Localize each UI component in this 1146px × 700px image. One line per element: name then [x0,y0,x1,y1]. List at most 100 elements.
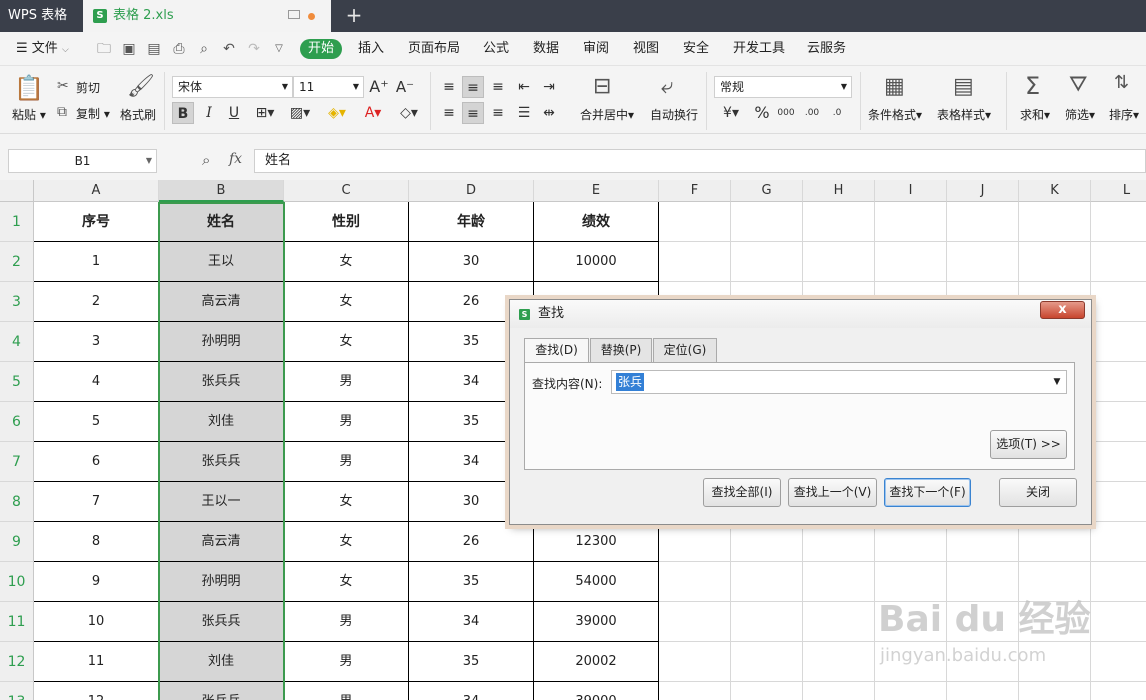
cell-e10[interactable]: 54000 [534,562,659,602]
percent-icon[interactable]: % [751,102,773,124]
font-size-select[interactable]: 11 ▼ [293,76,364,98]
column-header-i[interactable]: I [875,180,947,202]
cell-k1[interactable] [1019,202,1091,242]
cell-style-icon[interactable]: ▨▾ [285,102,315,124]
cell-b7[interactable]: 张兵兵 [159,442,284,482]
column-header-k[interactable]: K [1019,180,1091,202]
menu-data[interactable]: 数据 [533,32,559,66]
row-header-2[interactable]: 2 [0,242,34,282]
cell-b4[interactable]: 孙明明 [159,322,284,362]
increase-decimal-icon[interactable]: .00 [801,102,823,124]
cell-a3[interactable]: 2 [34,282,159,322]
fill-color-icon[interactable]: ◈▾ [322,102,352,124]
cell-c6[interactable]: 男 [284,402,409,442]
cell-c4[interactable]: 女 [284,322,409,362]
menu-start[interactable]: 开始 [300,39,342,59]
cell-l4[interactable] [1091,322,1146,362]
cell-j1[interactable] [947,202,1019,242]
align-left-icon[interactable]: ≡ [438,102,460,124]
distribute-icon[interactable]: ⇹ [538,102,560,124]
cell-e13[interactable]: 39000 [534,682,659,700]
align-bottom-icon[interactable]: ≡ [487,76,509,98]
cell-c10[interactable]: 女 [284,562,409,602]
cell-d1[interactable]: 年龄 [409,202,534,242]
undo-icon[interactable]: ↶ [221,41,237,57]
cell-b3[interactable]: 高云清 [159,282,284,322]
cell-a6[interactable]: 5 [34,402,159,442]
cell-c12[interactable]: 男 [284,642,409,682]
cell-h11[interactable] [803,602,875,642]
save-icon[interactable]: ▣ [121,41,137,57]
cell-h1[interactable] [803,202,875,242]
cell-f10[interactable] [659,562,731,602]
column-header-g[interactable]: G [731,180,803,202]
align-top-icon[interactable]: ≡ [438,76,460,98]
row-header-10[interactable]: 10 [0,562,34,602]
menu-insert[interactable]: 插入 [358,32,384,66]
cell-a9[interactable]: 8 [34,522,159,562]
thousands-icon[interactable]: 000 [775,102,797,124]
sort-button[interactable]: 排序▾ [1109,106,1139,123]
row-header-4[interactable]: 4 [0,322,34,362]
cell-b12[interactable]: 刘佳 [159,642,284,682]
row-header-7[interactable]: 7 [0,442,34,482]
cell-e2[interactable]: 10000 [534,242,659,282]
column-header-j[interactable]: J [947,180,1019,202]
font-name-select[interactable]: 宋体 ▼ [172,76,293,98]
cell-h10[interactable] [803,562,875,602]
cell-a1[interactable]: 序号 [34,202,159,242]
menu-page-layout[interactable]: 页面布局 [408,32,460,66]
indent-increase-icon[interactable]: ⇥ [538,76,560,98]
cell-a8[interactable]: 7 [34,482,159,522]
cell-l6[interactable] [1091,402,1146,442]
column-header-e[interactable]: E [534,180,659,202]
cell-k2[interactable] [1019,242,1091,282]
print-preview-icon[interactable]: ⌕ [196,41,212,57]
tab-find[interactable]: 查找(D) [524,338,589,364]
row-header-12[interactable]: 12 [0,642,34,682]
cell-l9[interactable] [1091,522,1146,562]
cell-e1[interactable]: 绩效 [534,202,659,242]
cell-a13[interactable]: 12 [34,682,159,700]
cell-f11[interactable] [659,602,731,642]
row-header-13[interactable]: 13 [0,682,34,700]
column-header-c[interactable]: C [284,180,409,202]
cell-h12[interactable] [803,642,875,682]
cell-c2[interactable]: 女 [284,242,409,282]
fx-icon[interactable]: fx [229,151,242,167]
format-painter-icon[interactable]: 🖌 [127,74,155,99]
cell-c5[interactable]: 男 [284,362,409,402]
justify-icon[interactable]: ☰ [513,102,535,124]
row-header-8[interactable]: 8 [0,482,34,522]
cell-h2[interactable] [803,242,875,282]
cell-h13[interactable] [803,682,875,700]
find-all-button[interactable]: 查找全部(I) [703,478,781,507]
border-icon[interactable]: ⊞▾ [250,102,280,124]
close-button[interactable]: 关闭 [999,478,1077,507]
format-painter-button[interactable]: 格式刷 [120,106,156,123]
cell-d9[interactable]: 26 [409,522,534,562]
cell-l7[interactable] [1091,442,1146,482]
tab-replace[interactable]: 替换(P) [590,338,652,363]
cell-c1[interactable]: 性别 [284,202,409,242]
find-next-button[interactable]: 查找下一个(F) [884,478,971,507]
cell-l5[interactable] [1091,362,1146,402]
cell-a11[interactable]: 10 [34,602,159,642]
options-button[interactable]: 选项(T) >> [990,430,1067,459]
wrap-text-icon[interactable]: ⤶ [661,74,673,99]
sum-icon[interactable]: Σ [1025,72,1040,100]
cell-g13[interactable] [731,682,803,700]
menu-formula[interactable]: 公式 [483,32,509,66]
cell-c13[interactable]: 男 [284,682,409,700]
cell-g1[interactable] [731,202,803,242]
indent-decrease-icon[interactable]: ⇤ [513,76,535,98]
cell-c3[interactable]: 女 [284,282,409,322]
select-all-corner[interactable] [0,180,34,202]
cell-l3[interactable] [1091,282,1146,322]
filter-icon[interactable]: ⛛ [1069,72,1087,97]
cell-f13[interactable] [659,682,731,700]
cell-j13[interactable] [947,682,1019,700]
cell-l10[interactable] [1091,562,1146,602]
cell-a12[interactable]: 11 [34,642,159,682]
table-style-button[interactable]: 表格样式▾ [937,106,991,123]
